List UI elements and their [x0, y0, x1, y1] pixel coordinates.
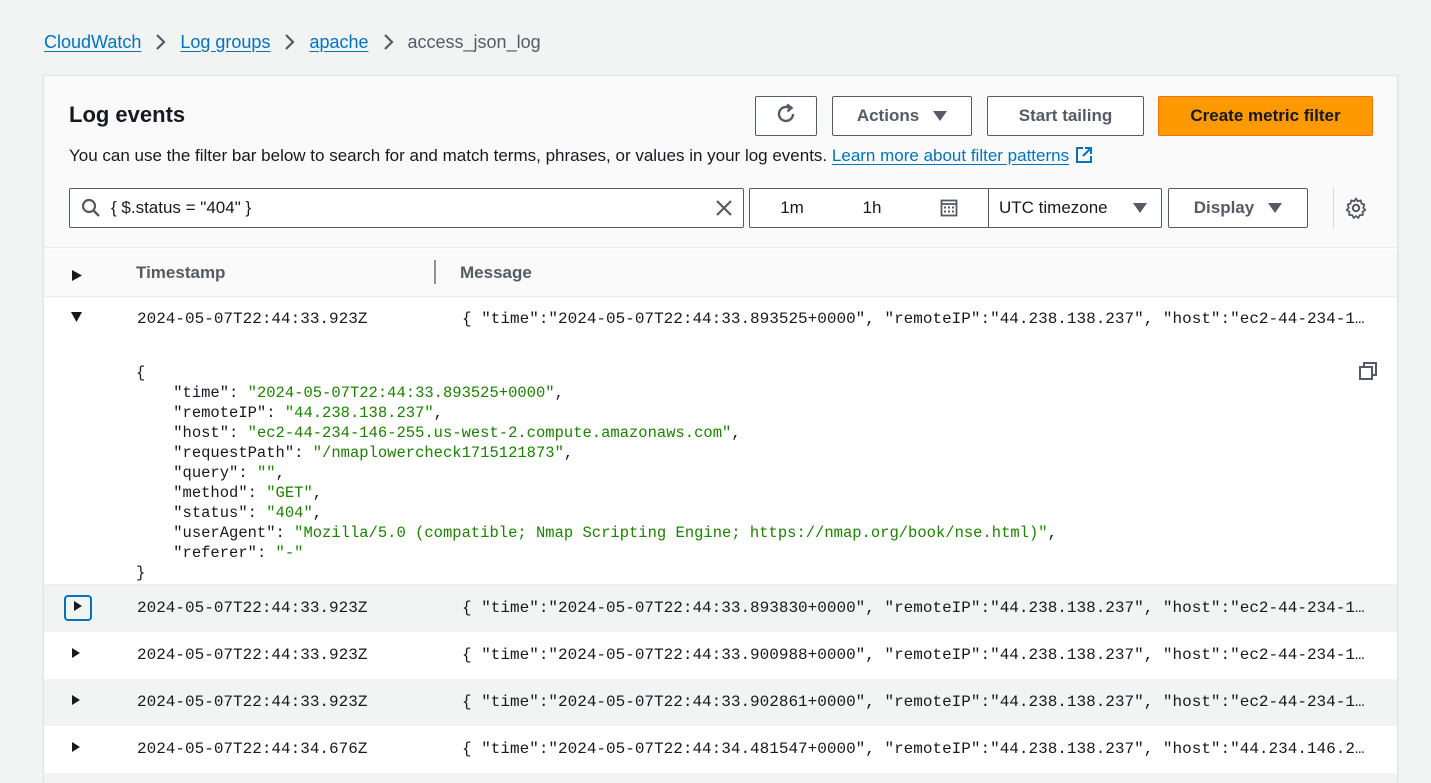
time-range-1m[interactable]: 1m: [750, 189, 834, 227]
table-row[interactable]: 2024-05-07T22:44:33.923Z { "time":"2024-…: [44, 585, 1397, 632]
caret-right-icon[interactable]: [71, 740, 81, 758]
column-header-message[interactable]: Message: [460, 263, 532, 283]
clear-icon[interactable]: [714, 198, 734, 218]
breadcrumb-log-groups[interactable]: Log groups: [180, 32, 270, 53]
column-resizer[interactable]: [434, 260, 436, 284]
caret-right-icon[interactable]: [71, 693, 81, 711]
json-line: "status": "404",: [173, 504, 323, 522]
row-message: { "time":"2024-05-07T22:44:33.902861+000…: [462, 693, 1370, 711]
table-row[interactable]: 2024-05-07T22:44:33.923Z { "time":"2024-…: [44, 632, 1397, 679]
timezone-label: UTC timezone: [999, 198, 1108, 217]
row-timestamp: 2024-05-07T22:44:33.923Z: [137, 693, 368, 711]
column-header-timestamp[interactable]: Timestamp: [136, 263, 225, 283]
caret-right-icon: [73, 599, 83, 617]
chevron-right-icon: [284, 33, 296, 51]
caret-down-icon: [933, 111, 948, 121]
log-events-panel: Log events Actions Start tailing Create …: [43, 75, 1398, 783]
table-header: Timestamp Message: [44, 249, 1397, 297]
json-close-brace: }: [136, 564, 146, 582]
toolbar-divider: [1333, 188, 1334, 228]
breadcrumb-current: access_json_log: [407, 31, 541, 52]
actions-dropdown[interactable]: Actions: [832, 96, 972, 136]
display-label: Display: [1193, 198, 1255, 217]
panel-title: Log events: [69, 102, 186, 127]
row-message: { "time":"2024-05-07T22:44:33.893830+000…: [462, 599, 1370, 617]
time-range-selector: 1m 1h UTC timezone: [749, 188, 1162, 228]
refresh-button[interactable]: [755, 96, 817, 136]
row-timestamp: 2024-05-07T22:44:33.923Z: [137, 310, 368, 328]
create-metric-filter-button[interactable]: Create metric filter: [1158, 96, 1373, 136]
panel-header: Log events Actions Start tailing Create …: [44, 76, 1397, 248]
row-timestamp: 2024-05-07T22:44:34.676Z: [137, 740, 368, 758]
external-link-icon: [1075, 146, 1093, 169]
calendar-icon[interactable]: [910, 189, 988, 227]
panel-description: You can use the filter bar below to sear…: [69, 146, 1093, 169]
time-range-1h[interactable]: 1h: [834, 189, 910, 227]
json-line: "method": "GET",: [173, 484, 323, 502]
expand-all-icon[interactable]: [71, 267, 83, 287]
row-timestamp: 2024-05-07T22:44:33.923Z: [137, 599, 368, 617]
row-message: { "time":"2024-05-07T22:44:33.893525+000…: [462, 310, 1370, 328]
start-tailing-button[interactable]: Start tailing: [987, 96, 1144, 136]
json-open-brace: {: [136, 364, 146, 382]
filter-input[interactable]: [111, 198, 701, 218]
row-message: { "time":"2024-05-07T22:44:34.481547+000…: [462, 740, 1370, 758]
json-line: "userAgent": "Mozilla/5.0 (compatible; N…: [173, 524, 1057, 542]
search-icon: [81, 198, 101, 218]
json-line: "host": "ec2-44-234-146-255.us-west-2.co…: [173, 424, 741, 442]
json-detail: { "time": "2024-05-07T22:44:33.893525+00…: [136, 363, 1057, 583]
json-line: "referer": "-": [173, 544, 304, 562]
table-row[interactable]: 2024-05-07T22:44:34.676Z { "time":"2024-…: [44, 726, 1397, 773]
caret-down-icon[interactable]: [70, 310, 83, 328]
chevron-right-icon: [383, 33, 394, 51]
caret-right-icon[interactable]: [71, 646, 81, 664]
json-line: "requestPath": "/nmaplowercheck171512187…: [173, 444, 574, 462]
copy-icon[interactable]: [1358, 361, 1378, 386]
json-line: "remoteIP": "44.238.138.237",: [173, 404, 443, 422]
refresh-icon: [774, 102, 798, 131]
caret-down-icon: [1133, 203, 1147, 213]
caret-down-icon: [1268, 203, 1283, 213]
timezone-dropdown[interactable]: UTC timezone: [988, 189, 1161, 227]
breadcrumb-cloudwatch[interactable]: CloudWatch: [44, 32, 141, 53]
breadcrumb: CloudWatch Log groups apache access_json…: [44, 30, 541, 54]
learn-more-link[interactable]: Learn more about filter patterns: [832, 146, 1093, 165]
actions-label: Actions: [856, 106, 920, 125]
learn-more-label: Learn more about filter patterns: [831, 146, 1070, 165]
row-message: { "time":"2024-05-07T22:44:33.900988+000…: [462, 646, 1370, 664]
expand-row-button[interactable]: [64, 595, 92, 621]
table-row[interactable]: 2024-05-07T22:44:33.923Z { "time":"2024-…: [44, 679, 1397, 726]
json-line: "time": "2024-05-07T22:44:33.893525+0000…: [173, 384, 564, 402]
gear-icon[interactable]: [1344, 196, 1368, 220]
breadcrumb-apache[interactable]: apache: [309, 32, 368, 53]
json-line: "query": "",: [173, 464, 285, 482]
row-timestamp: 2024-05-07T22:44:33.923Z: [137, 646, 368, 664]
table-row[interactable]: 2024-05-07T22:44:33.923Z { "time":"2024-…: [44, 297, 1397, 341]
expanded-log-row: 2024-05-07T22:44:33.923Z { "time":"2024-…: [44, 297, 1397, 585]
filter-bar: [69, 188, 744, 228]
display-dropdown[interactable]: Display: [1168, 188, 1308, 228]
table-row[interactable]: [44, 773, 1397, 783]
description-text: You can use the filter bar below to sear…: [69, 146, 828, 165]
chevron-right-icon: [155, 33, 166, 51]
